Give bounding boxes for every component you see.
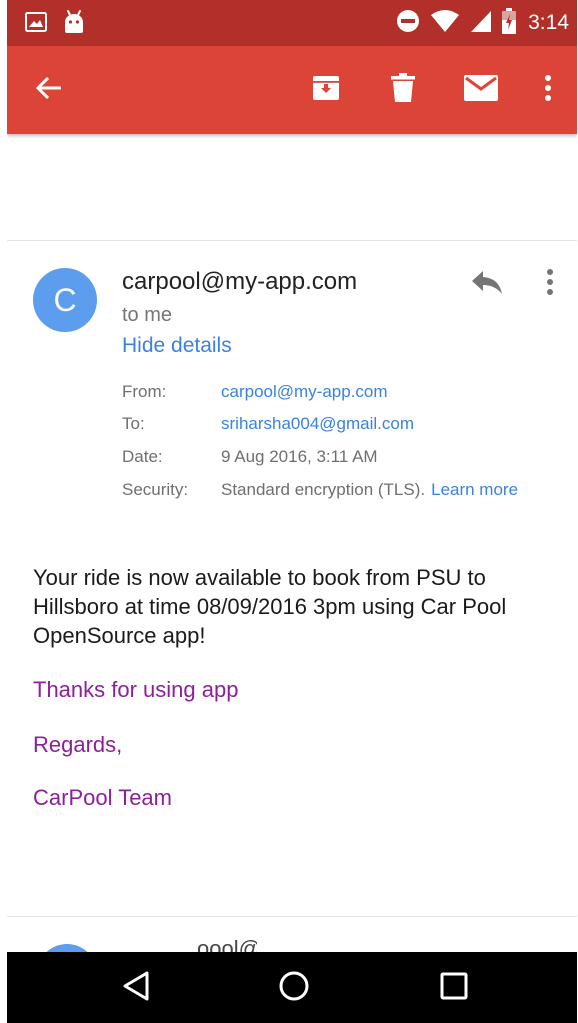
security-label: Security: (122, 480, 189, 499)
overflow-menu-button[interactable] (526, 68, 570, 112)
nav-back-button[interactable] (117, 969, 155, 1007)
status-bar: 3:14 (7, 0, 577, 46)
message-divider (7, 916, 577, 917)
navigation-bar (7, 952, 577, 1023)
more-vert-icon (544, 74, 552, 107)
from-address-link[interactable]: carpool@my-app.com (221, 382, 388, 406)
wifi-icon (430, 9, 460, 38)
clock-time: 3:14 (528, 11, 569, 34)
nav-home-button[interactable] (275, 969, 313, 1007)
message-more-button[interactable] (535, 264, 565, 304)
archive-button[interactable] (304, 68, 348, 112)
nav-recents-button[interactable] (435, 969, 473, 1007)
home-circle-icon (278, 970, 310, 1007)
delete-button[interactable] (381, 68, 425, 112)
message-body: Your ride is now available to book from … (33, 565, 507, 648)
back-button[interactable] (27, 68, 71, 112)
more-vert-icon (546, 268, 554, 301)
recipient-summary: to me (122, 304, 173, 326)
sender-address: carpool@my-app.com (122, 268, 358, 295)
archive-icon (311, 73, 341, 108)
status-icons: 3:14 (396, 7, 569, 39)
sender-avatar[interactable]: C (33, 268, 97, 332)
android-icon (63, 10, 85, 39)
to-address-link[interactable]: sriharsha004@gmail.com (221, 414, 414, 438)
header-divider (7, 240, 577, 241)
detail-security-row: Security: Standard encryption (TLS). Lea… (122, 480, 518, 504)
recents-square-icon (440, 972, 468, 1005)
delete-icon (391, 72, 415, 108)
next-message-sender: oool@ (197, 936, 257, 952)
date-value: 9 Aug 2016, 3:11 AM (221, 447, 378, 466)
regards-line: Regards, (33, 732, 123, 757)
cell-signal-icon (470, 9, 492, 38)
detail-date-row: Date: 9 Aug 2016, 3:11 AM (122, 447, 378, 471)
signature-line: CarPool Team (33, 785, 172, 810)
do-not-disturb-icon (396, 9, 420, 38)
thanks-line: Thanks for using app (33, 677, 239, 702)
reply-icon (471, 269, 503, 300)
battery-icon (502, 7, 517, 39)
to-label: To: (122, 414, 145, 433)
mail-icon (464, 74, 498, 106)
reply-button[interactable] (467, 264, 507, 304)
back-triangle-icon (122, 971, 150, 1006)
detail-from-row: From: carpool@my-app.com (122, 382, 388, 406)
app-toolbar (7, 46, 577, 134)
security-value: Standard encryption (TLS). (221, 480, 426, 499)
date-label: Date: (122, 447, 163, 466)
image-icon (25, 12, 47, 37)
mark-unread-button[interactable] (459, 68, 503, 112)
detail-to-row: To: sriharsha004@gmail.com (122, 414, 414, 438)
email-screen: 3:14 C carpool@my-app.com to me Hide det… (7, 0, 577, 1023)
learn-more-link[interactable]: Learn more (431, 480, 518, 504)
back-arrow-icon (35, 76, 63, 105)
from-label: From: (122, 382, 167, 401)
hide-details-link[interactable]: Hide details (122, 334, 232, 358)
